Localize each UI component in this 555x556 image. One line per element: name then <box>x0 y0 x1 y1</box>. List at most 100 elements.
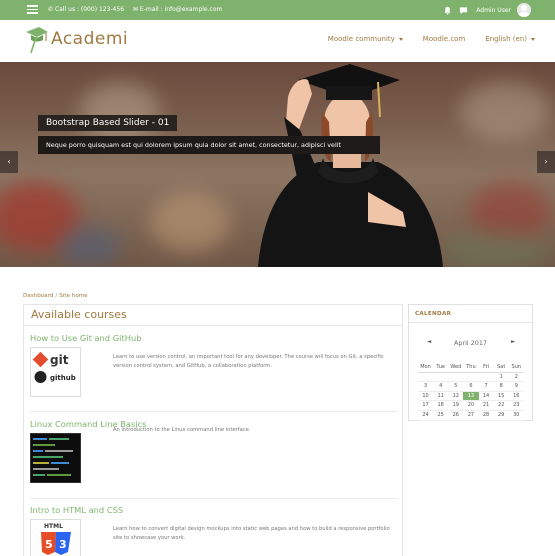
user-name[interactable]: Admin User <box>476 7 511 14</box>
contact-info: ✆ Call us : (000) 123-456 ✉ E-mail : info@… <box>48 6 222 13</box>
course-thumbnail[interactable]: git github <box>30 347 81 397</box>
chevron-right-icon: › <box>544 157 548 166</box>
contact-email[interactable]: E-mail : info@example.com <box>140 6 222 13</box>
breadcrumb-site-home[interactable]: Site home <box>59 293 87 299</box>
divider <box>24 325 402 326</box>
chevron-down-icon <box>531 37 535 41</box>
calendar-weekday: Sun <box>511 364 522 370</box>
course-item: Linux Command Line Basics An introductio… <box>30 419 396 483</box>
chat-bubble-icon[interactable] <box>459 6 468 15</box>
calendar-day[interactable]: 21 <box>479 401 494 410</box>
calendar-day[interactable]: 3 <box>418 382 433 391</box>
github-label: github <box>50 374 76 382</box>
calendar-day[interactable]: 30 <box>509 411 524 420</box>
calendar-day[interactable]: 17 <box>418 401 433 410</box>
course-thumbnail[interactable]: HTML 5 3 <box>30 519 81 556</box>
calendar-day[interactable]: 12 <box>448 392 463 401</box>
calendar-day[interactable]: 23 <box>509 401 524 410</box>
calendar-week: 3456789 <box>418 382 524 392</box>
calendar-day[interactable]: 22 <box>494 401 509 410</box>
calendar-prev-button[interactable]: ◄ <box>427 339 431 345</box>
course-description: An introduction to the Linux command lin… <box>113 427 251 433</box>
breadcrumb-dashboard[interactable]: Dashboard <box>23 293 53 299</box>
envelope-icon: ✉ <box>132 6 138 13</box>
calendar-day[interactable]: 24 <box>418 411 433 420</box>
avatar[interactable] <box>517 3 531 17</box>
calendar-grid: Mon Tue Wed Thu Fri Sat Sun 1 2 3 4 5 6 7 8 9 10 11 12 13 14… <box>418 363 524 421</box>
calendar-day[interactable]: 27 <box>463 411 478 420</box>
course-item: How to Use Git and GitHub git github Lea… <box>30 333 396 397</box>
slide-caption: Neque porro quisquam est qui dolorem ips… <box>38 136 380 154</box>
calendar-day[interactable]: 6 <box>463 382 478 391</box>
calendar-title: CALENDAR <box>415 311 452 317</box>
calendar-day[interactable]: 19 <box>448 401 463 410</box>
nav-language[interactable]: English (en) <box>485 35 535 43</box>
chevron-down-icon <box>398 37 403 41</box>
calendar-day <box>479 373 494 382</box>
breadcrumb-separator: / <box>55 293 58 299</box>
chevron-left-icon: ◄ <box>427 339 432 345</box>
calendar-day[interactable]: 10 <box>418 392 433 401</box>
calendar-day[interactable]: 4 <box>433 382 448 391</box>
nav-moodle-com[interactable]: Moodle.com <box>423 35 465 43</box>
slider-next-button[interactable]: › <box>537 151 555 173</box>
course-item: Intro to HTML and CSS HTML 5 3 Learn how… <box>30 505 396 556</box>
nav-language-label: English (en) <box>485 35 527 43</box>
terminal-icon <box>31 434 80 482</box>
html-label: HTML <box>44 523 63 530</box>
divider <box>30 498 398 499</box>
course-title[interactable]: How to Use Git and GitHub <box>30 333 396 343</box>
calendar-week: 12 <box>418 373 524 383</box>
chevron-left-icon: ‹ <box>7 157 11 166</box>
calendar-day[interactable]: 18 <box>433 401 448 410</box>
calendar-block: CALENDAR April 2017 ◄ ► Mon Tue Wed Thu Fri S… <box>408 304 533 421</box>
calendar-week: 17 18 19 20 21 22 23 <box>418 401 524 411</box>
calendar-header: CALENDAR <box>409 305 532 323</box>
calendar-day[interactable]: 15 <box>494 392 509 401</box>
calendar-day <box>433 373 448 382</box>
nav-moodle-com-label: Moodle.com <box>422 35 466 43</box>
calendar-day[interactable]: 29 <box>494 411 509 420</box>
calendar-day[interactable]: 14 <box>479 392 494 401</box>
calendar-day[interactable]: 1 <box>494 373 509 382</box>
calendar-week: 10 11 12 13 14 15 16 <box>418 391 524 402</box>
calendar-day[interactable]: 2 <box>509 373 524 382</box>
nav-moodle-community-label: Moodle community <box>327 35 395 43</box>
brand-name[interactable]: Academi <box>51 29 128 49</box>
svg-text:3: 3 <box>59 538 67 551</box>
git-label: git <box>50 353 69 367</box>
calendar-weekday: Wed <box>450 364 462 370</box>
course-thumbnail[interactable] <box>30 433 81 483</box>
calendar-next-button[interactable]: ► <box>511 339 515 345</box>
hero-slider: Bootstrap Based Slider - 01 Neque porro … <box>0 62 555 267</box>
slider-prev-button[interactable]: ‹ <box>0 151 18 173</box>
calendar-day-today[interactable]: 13 <box>463 391 479 401</box>
bell-icon[interactable] <box>443 6 452 15</box>
breadcrumb: Dashboard / Site home <box>23 293 88 299</box>
calendar-weekday: Sat <box>497 364 506 370</box>
calendar-weekday: Mon <box>420 364 431 370</box>
calendar-day[interactable]: 5 <box>448 382 463 391</box>
hamburger-menu-icon[interactable] <box>27 5 38 14</box>
course-description: Learn to use version control, an importa… <box>113 354 384 369</box>
svg-text:5: 5 <box>45 538 53 551</box>
calendar-day[interactable]: 16 <box>509 392 524 401</box>
calendar-day[interactable]: 11 <box>433 392 448 401</box>
contact-phone: Call us : (000) 123-456 <box>55 6 125 13</box>
calendar-day[interactable]: 26 <box>448 411 463 420</box>
calendar-day[interactable]: 7 <box>479 382 494 391</box>
calendar-day[interactable]: 8 <box>494 382 509 391</box>
course-title[interactable]: Intro to HTML and CSS <box>30 505 396 515</box>
graduation-cap-logo-icon[interactable] <box>25 24 49 54</box>
slide-title: Bootstrap Based Slider - 01 <box>38 115 178 131</box>
nav-moodle-community[interactable]: Moodle community <box>328 35 403 43</box>
calendar-weekday: Tue <box>436 364 445 370</box>
calendar-day[interactable]: 28 <box>479 411 494 420</box>
available-courses-panel: Available courses How to Use Git and Git… <box>23 304 403 556</box>
courses-heading: Available courses <box>31 308 127 321</box>
calendar-day <box>418 373 433 382</box>
calendar-day[interactable]: 9 <box>509 382 524 391</box>
calendar-week: 24 25 26 27 28 29 30 <box>418 411 524 421</box>
calendar-day[interactable]: 20 <box>463 401 478 410</box>
calendar-day[interactable]: 25 <box>433 411 448 420</box>
